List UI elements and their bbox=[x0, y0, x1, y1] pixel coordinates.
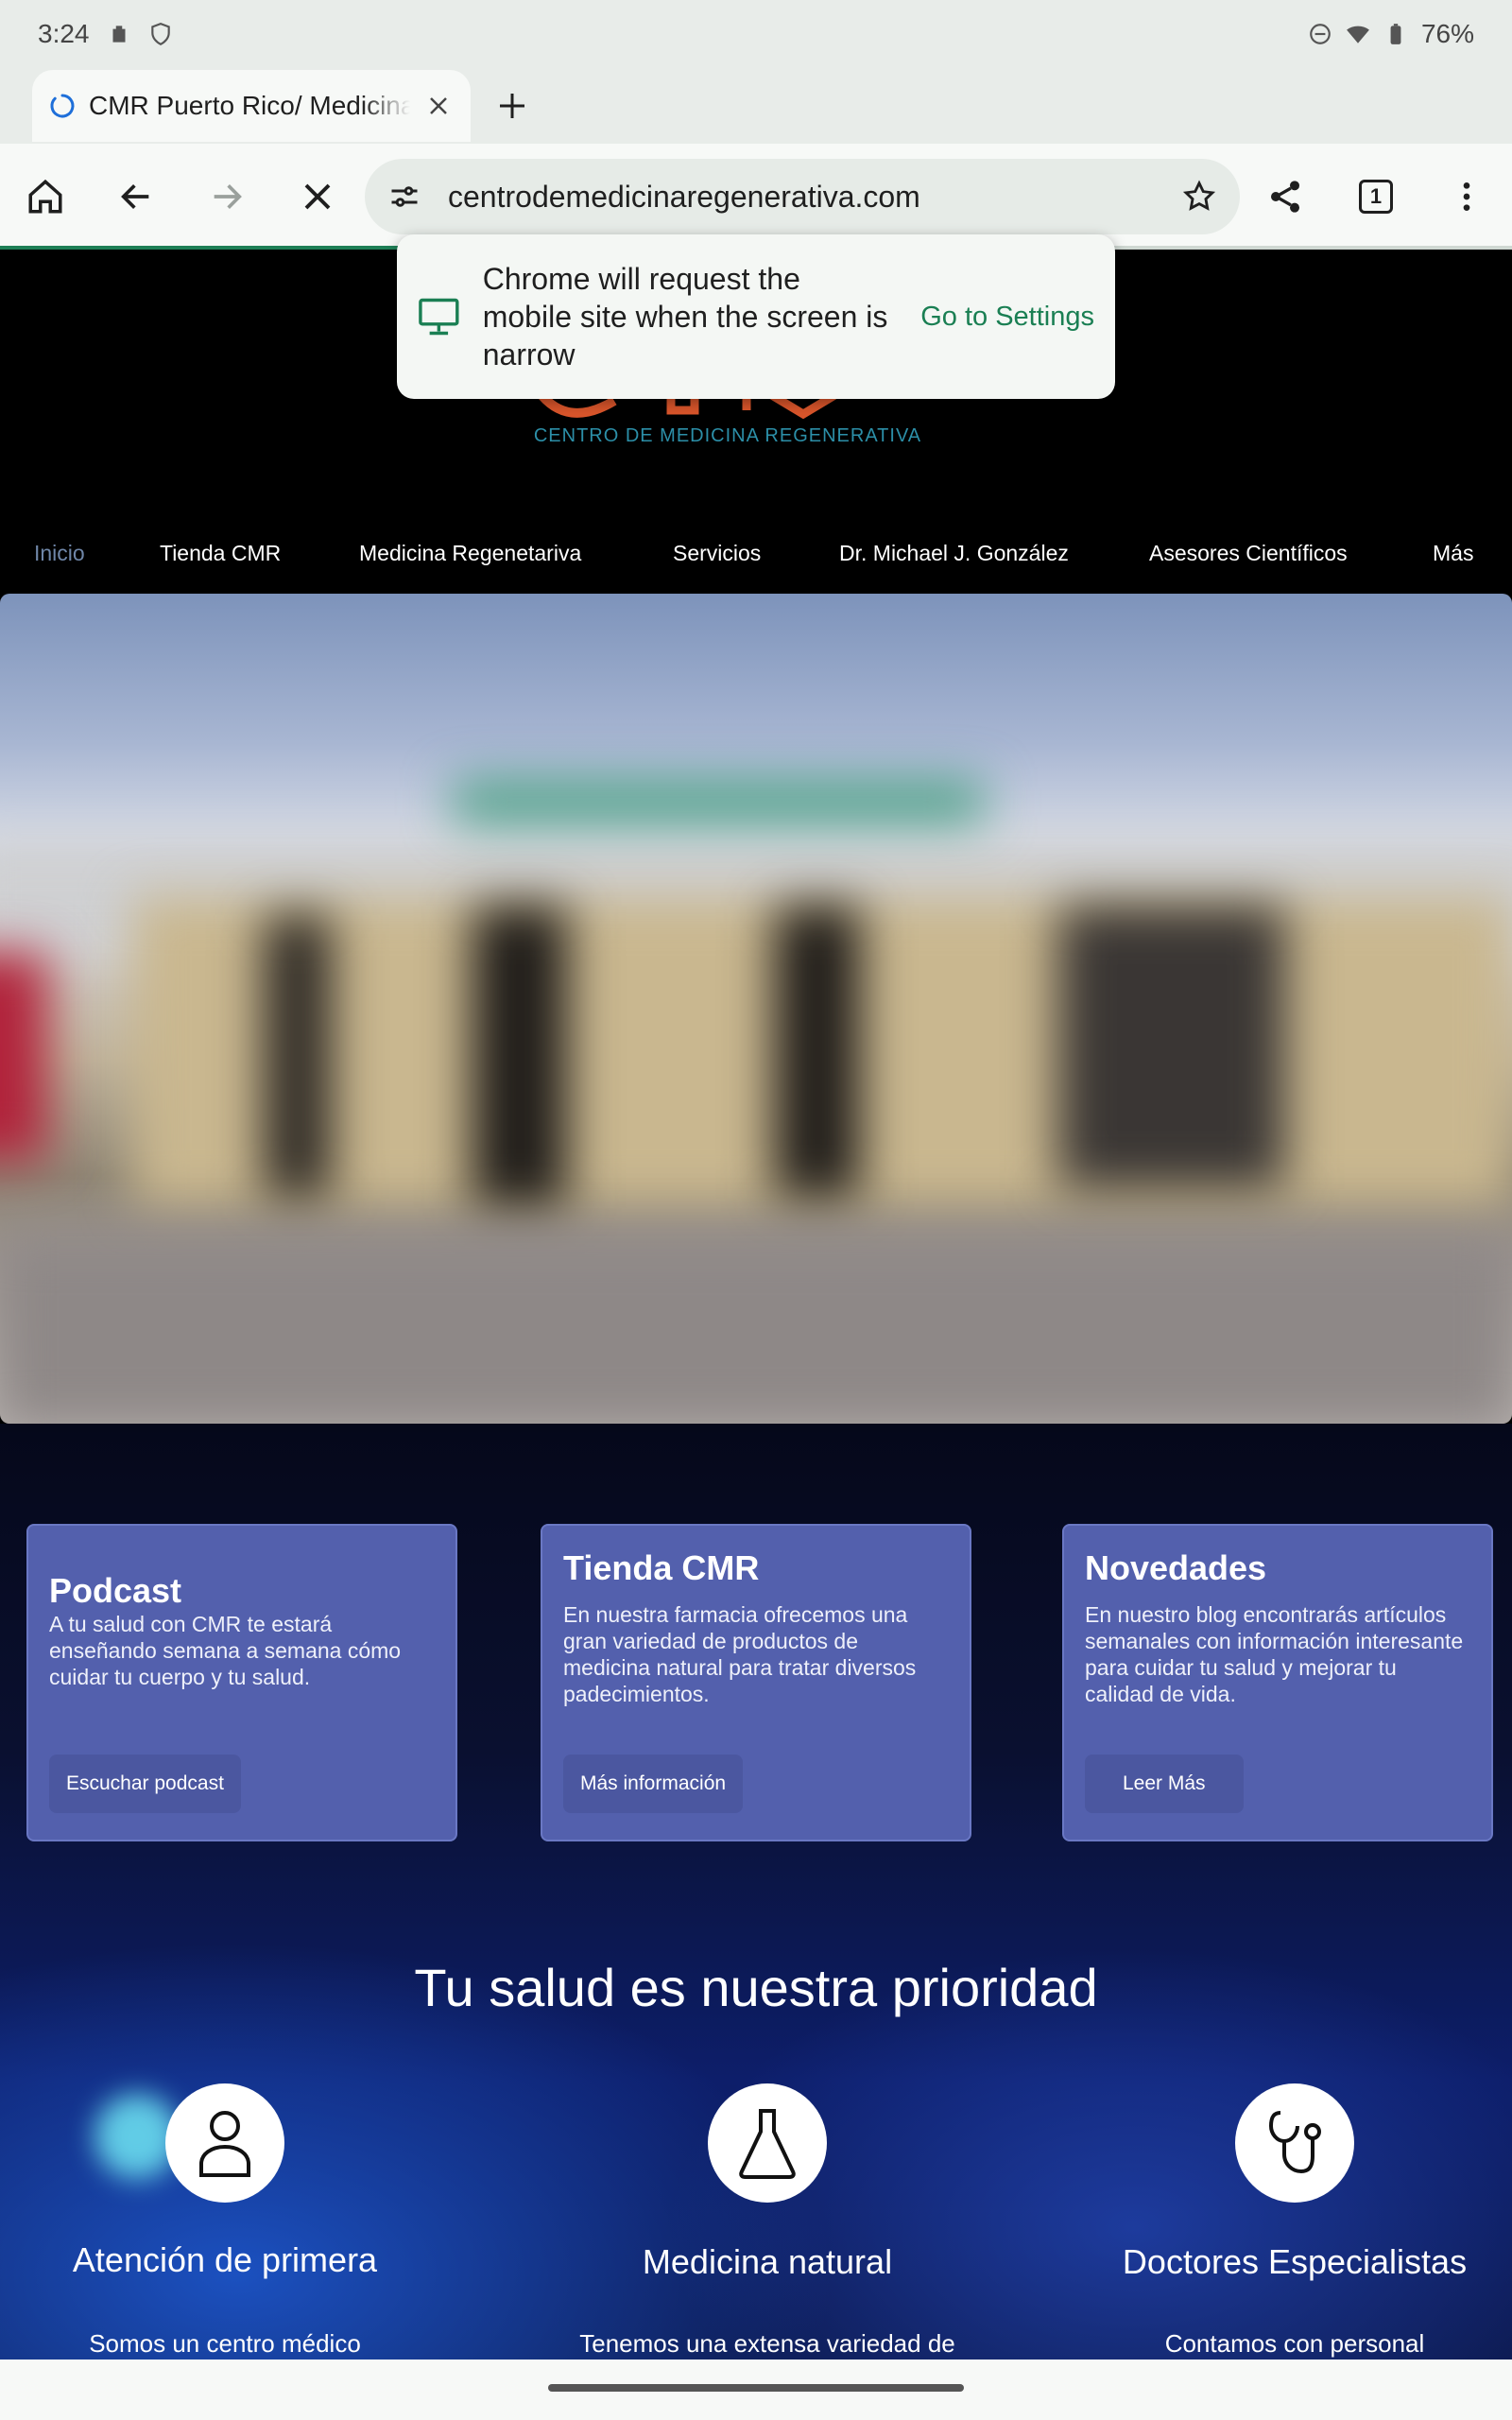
card-title: Novedades bbox=[1085, 1548, 1267, 1587]
nav-item-tienda[interactable]: Tienda CMR bbox=[160, 541, 281, 566]
card-text: En nuestra farmacia ofrecemos una gran v… bbox=[563, 1602, 917, 1706]
feature-icon-circle bbox=[1235, 2083, 1354, 2203]
home-gesture-handle[interactable] bbox=[548, 2384, 964, 2392]
loading-spinner-icon bbox=[50, 94, 75, 118]
feature-text: Somos un centro médico bbox=[89, 2329, 361, 2358]
tab-strip: CMR Puerto Rico/ Medicina Regenerativa bbox=[0, 68, 1512, 144]
system-navigation-bar bbox=[0, 2360, 1512, 2420]
share-button[interactable] bbox=[1259, 170, 1312, 223]
read-more-button[interactable]: Leer Más bbox=[1085, 1754, 1244, 1813]
section-title: Tu salud es nuestra prioridad bbox=[414, 1958, 1098, 2017]
share-icon bbox=[1271, 181, 1299, 213]
feature-title: Medicina natural bbox=[642, 2242, 893, 2281]
status-time: 3:24 bbox=[38, 19, 90, 48]
flask-icon bbox=[739, 2109, 796, 2179]
more-vert-icon bbox=[1463, 182, 1470, 211]
logo-subtitle: CENTRO DE MEDICINA REGENERATIVA bbox=[533, 425, 922, 446]
popup-message: Chrome will request the mobile site when… bbox=[482, 262, 888, 372]
url-text[interactable]: centrodemedicinaregenerativa.com bbox=[448, 180, 920, 215]
home-icon bbox=[28, 179, 62, 214]
desktop-monitor-icon bbox=[419, 298, 459, 336]
battery-percentage: 76% bbox=[1420, 19, 1474, 48]
shield-icon bbox=[150, 23, 170, 46]
feature-icon-circle bbox=[165, 2083, 284, 2203]
card-tienda: Tienda CMR En nuestra farmacia ofrecemos… bbox=[541, 1524, 971, 1841]
nav-item-doctor[interactable]: Dr. Michael J. González bbox=[839, 541, 1069, 566]
feature-title: Doctores Especialistas bbox=[1122, 2242, 1468, 2281]
more-info-button[interactable]: Más información bbox=[563, 1754, 744, 1813]
browser-tab[interactable]: CMR Puerto Rico/ Medicina Regenerativa bbox=[32, 70, 471, 142]
work-profile-icon bbox=[112, 26, 125, 43]
nav-item-mas[interactable]: Más bbox=[1433, 541, 1473, 566]
plus-icon bbox=[500, 94, 524, 118]
go-to-settings-button[interactable]: Go to Settings bbox=[920, 302, 1094, 333]
close-tab-button[interactable] bbox=[423, 91, 454, 121]
nav-item-inicio[interactable]: Inicio bbox=[34, 541, 85, 566]
person-icon bbox=[199, 2111, 250, 2177]
stethoscope-icon bbox=[1268, 2111, 1321, 2174]
battery-icon bbox=[1390, 24, 1401, 44]
feature-natural: Medicina natural Tenemos una extensa var… bbox=[531, 2083, 1004, 2359]
forward-button[interactable] bbox=[200, 170, 253, 223]
tab-title: CMR Puerto Rico/ Medicina Regenerativa bbox=[89, 91, 410, 120]
card-text: A tu salud con CMR te estará enseñando s… bbox=[49, 1612, 402, 1689]
listen-podcast-button[interactable]: Escuchar podcast bbox=[49, 1754, 241, 1813]
nav-item-asesores[interactable]: Asesores Científicos bbox=[1149, 541, 1348, 566]
web-page: CENTRO DE MEDICINA REGENERATIVA Inicio T… bbox=[0, 250, 1512, 2360]
stop-loading-button[interactable] bbox=[291, 170, 344, 223]
status-bar: 3:24 76% bbox=[0, 0, 1512, 68]
bookmark-star-icon[interactable] bbox=[1181, 179, 1217, 215]
tab-count: 1 bbox=[1359, 180, 1393, 214]
nav-item-servicios[interactable]: Servicios bbox=[673, 541, 761, 566]
card-podcast: Podcast A tu salud con CMR te estará ens… bbox=[26, 1524, 457, 1841]
close-icon bbox=[304, 183, 331, 210]
feature-doctors: Doctores Especialistas Contamos con pers… bbox=[1058, 2083, 1512, 2359]
feature-text: Tenemos una extensa variedad de bbox=[579, 2329, 955, 2358]
forward-arrow-icon bbox=[214, 184, 242, 209]
home-button[interactable] bbox=[19, 170, 72, 223]
card-title: Podcast bbox=[49, 1571, 182, 1610]
wifi-icon bbox=[1347, 26, 1369, 43]
site-settings-icon[interactable] bbox=[387, 180, 421, 214]
back-button[interactable] bbox=[110, 170, 163, 223]
feature-icon-circle bbox=[708, 2083, 827, 2203]
new-tab-button[interactable] bbox=[491, 85, 533, 127]
feature-title: Atención de primera bbox=[72, 2240, 378, 2279]
do-not-disturb-icon bbox=[1310, 24, 1331, 44]
feature-attention: Atención de primera Somos un centro médi… bbox=[0, 2083, 461, 2359]
nav-item-medicina[interactable]: Medicina Regenetariva bbox=[359, 541, 581, 566]
address-bar[interactable]: centrodemedicinaregenerativa.com bbox=[365, 159, 1240, 234]
hero-image bbox=[0, 594, 1512, 1424]
site-navigation: Inicio Tienda CMR Medicina Regenetariva … bbox=[0, 529, 1512, 577]
chrome-notice-popup: Chrome will request the mobile site when… bbox=[397, 234, 1115, 399]
close-icon bbox=[430, 97, 447, 114]
card-title: Tienda CMR bbox=[563, 1548, 760, 1587]
menu-button[interactable] bbox=[1440, 170, 1493, 223]
back-arrow-icon bbox=[121, 184, 149, 209]
tab-switcher-button[interactable]: 1 bbox=[1349, 170, 1402, 223]
card-novedades: Novedades En nuestro blog encontrarás ar… bbox=[1062, 1524, 1493, 1841]
feature-text: Contamos con personal bbox=[1164, 2329, 1425, 2358]
card-text: En nuestro blog encontrarás artículos se… bbox=[1085, 1602, 1464, 1706]
